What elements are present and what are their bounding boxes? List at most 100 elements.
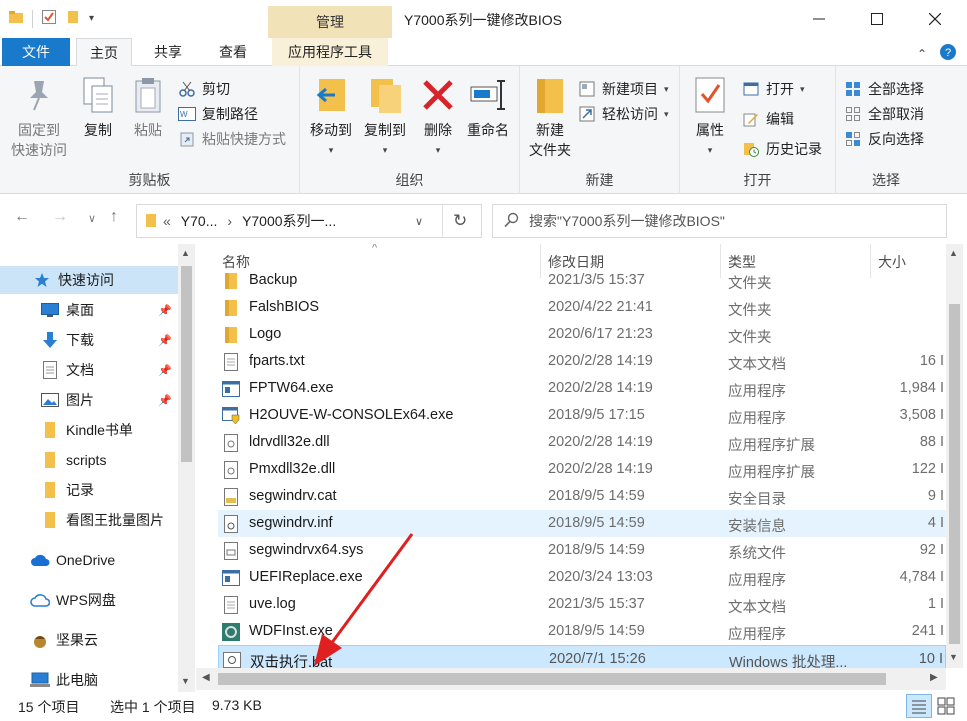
breadcrumb-overflow[interactable]: «	[163, 213, 171, 229]
nav-item-pictures[interactable]: 图片 📌	[0, 386, 178, 414]
scrollbar-thumb[interactable]	[949, 304, 960, 644]
close-button[interactable]	[904, 0, 966, 38]
file-row[interactable]: 双击执行.bat 2020/7/1 15:26 Windows 批处理... 10 I	[218, 645, 946, 668]
file-row[interactable]: FalshBIOS 2020/4/22 21:41 文件夹	[218, 294, 946, 321]
tab-view[interactable]: 查看	[204, 38, 262, 66]
file-row[interactable]: Logo 2020/6/17 21:23 文件夹	[218, 321, 946, 348]
move-to-button[interactable]: 移动到 ▾	[304, 74, 358, 160]
file-row[interactable]: WDFInst.exe 2018/9/5 14:59 应用程序 241 I	[218, 618, 946, 645]
manage-context-tab[interactable]: 管理	[268, 6, 392, 38]
nav-item-wps-cloud[interactable]: WPS网盘	[0, 586, 178, 614]
pinned-icon[interactable]: 📌	[158, 364, 172, 377]
select-none-button[interactable]: 全部取消	[844, 103, 924, 125]
file-row[interactable]: fparts.txt 2020/2/28 14:19 文本文档 16 I	[218, 348, 946, 375]
forward-arrow-icon[interactable]: →	[52, 208, 68, 226]
nav-item-this-pc[interactable]: 此电脑	[0, 666, 178, 693]
recent-locations-icon[interactable]: ∨	[88, 212, 96, 225]
pinned-icon[interactable]: 📌	[158, 394, 172, 407]
pinned-icon[interactable]: 📌	[158, 304, 172, 317]
copy-path-button[interactable]: W 复制路径	[178, 103, 258, 125]
rename-button[interactable]: 重命名	[462, 74, 514, 140]
scroll-up-icon[interactable]: ▲	[181, 248, 190, 258]
search-input[interactable]: 搜索"Y7000系列一键修改BIOS"	[492, 204, 947, 238]
file-row[interactable]: UEFIReplace.exe 2020/3/24 13:03 应用程序 4,784 …	[218, 564, 946, 591]
breadcrumb-separator-icon[interactable]: ›	[227, 213, 232, 229]
nav-item-downloads[interactable]: 下载 📌	[0, 326, 178, 354]
new-folder-icon	[530, 74, 570, 116]
new-folder-icon[interactable]	[65, 9, 81, 28]
minimize-button[interactable]	[788, 0, 850, 38]
file-list-horizontal-scrollbar[interactable]: ◀ ▶	[196, 668, 946, 690]
invert-selection-button[interactable]: 反向选择	[844, 128, 924, 150]
new-folder-button[interactable]: 新建 文件夹	[524, 74, 576, 160]
scrollbar-thumb[interactable]	[181, 266, 192, 462]
up-arrow-icon[interactable]: ↑	[110, 208, 118, 226]
file-row[interactable]: segwindrv.inf 2018/9/5 14:59 安装信息 4 I	[218, 510, 946, 537]
help-icon[interactable]: ?	[939, 43, 957, 64]
file-size: 92 I	[919, 542, 944, 558]
folder-icon[interactable]	[8, 9, 24, 28]
nav-item-kindle[interactable]: Kindle书单	[0, 416, 178, 444]
file-row[interactable]: uve.log 2021/3/5 15:37 文本文档 1 I	[218, 591, 946, 618]
file-row[interactable]: segwindrv.cat 2018/9/5 14:59 安全目录 9 I	[218, 483, 946, 510]
edit-button[interactable]: 编辑	[742, 108, 794, 130]
details-view-button[interactable]	[906, 694, 932, 718]
properties-button[interactable]: 属性 ▾	[686, 74, 734, 160]
scroll-left-icon[interactable]: ◀	[202, 672, 210, 683]
open-icon	[742, 80, 760, 98]
nav-item-documents[interactable]: 文档 📌	[0, 356, 178, 384]
easy-access-button[interactable]: 轻松访问 ▾	[578, 103, 669, 125]
file-name: FPTW64.exe	[249, 380, 334, 396]
breadcrumb-item-1[interactable]: Y70...	[181, 213, 218, 229]
nav-item-quick-access[interactable]: 快速访问	[0, 266, 178, 294]
delete-button[interactable]: 删除 ▾	[418, 74, 458, 160]
file-row[interactable]: H2OUVE-W-CONSOLEx64.exe 2018/9/5 17:15 应用程…	[218, 402, 946, 429]
nav-item-onedrive[interactable]: OneDrive	[0, 546, 178, 574]
address-bar[interactable]: « Y70... › Y7000系列一... ∨ ↻	[136, 204, 482, 238]
history-button[interactable]: 历史记录	[742, 138, 822, 160]
tab-application-tools[interactable]: 应用程序工具	[272, 38, 388, 66]
nav-item-batch-images[interactable]: 看图王批量图片	[0, 506, 178, 534]
file-row[interactable]: FPTW64.exe 2020/2/28 14:19 应用程序 1,984 I	[218, 375, 946, 402]
file-row[interactable]: ldrvdll32e.dll 2020/2/28 14:19 应用程序扩展 88 I	[218, 429, 946, 456]
copy-button[interactable]: 复制	[76, 74, 120, 140]
pin-quick-access-button[interactable]: 固定到 快速访问	[8, 74, 70, 160]
refresh-icon[interactable]: ↻	[453, 211, 467, 231]
open-button[interactable]: 打开 ▾	[742, 78, 805, 100]
paste-shortcut-button[interactable]: 粘贴快捷方式	[178, 128, 286, 150]
tab-file[interactable]: 文件	[2, 38, 70, 66]
navigation-pane-scrollbar[interactable]: ▲ ▼	[178, 244, 195, 693]
scrollbar-thumb[interactable]	[218, 673, 886, 685]
collapse-ribbon-icon[interactable]: ⌃	[917, 47, 927, 61]
file-row[interactable]: Backup 2021/3/5 15:37 文件夹	[218, 267, 946, 294]
nav-item-desktop[interactable]: 桌面 📌	[0, 296, 178, 324]
nav-item-jianguoyun[interactable]: 坚果云	[0, 626, 178, 654]
file-date: 2020/2/28 14:19	[548, 353, 653, 369]
file-row[interactable]: segwindrvx64.sys 2018/9/5 14:59 系统文件 92 I	[218, 537, 946, 564]
file-list-scrollbar[interactable]: ▲ ▼	[946, 244, 963, 668]
scroll-up-icon[interactable]: ▲	[949, 248, 958, 258]
cut-button[interactable]: 剪切	[178, 78, 230, 100]
properties-check-icon[interactable]	[41, 9, 57, 28]
scroll-down-icon[interactable]: ▼	[949, 652, 958, 662]
large-icons-view-button[interactable]	[936, 696, 956, 719]
file-size: 9 I	[927, 488, 944, 504]
tab-home[interactable]: 主页	[76, 38, 132, 67]
pinned-icon[interactable]: 📌	[158, 334, 172, 347]
maximize-button[interactable]	[846, 0, 908, 38]
paste-button[interactable]: 粘贴	[126, 74, 170, 140]
back-arrow-icon[interactable]: ←	[14, 208, 30, 226]
copy-to-button[interactable]: 复制到 ▾	[358, 74, 412, 160]
address-dropdown-icon[interactable]: ∨	[415, 215, 423, 228]
scroll-down-icon[interactable]: ▼	[181, 676, 190, 686]
breadcrumb-item-2[interactable]: Y7000系列一...	[242, 211, 336, 231]
file-row[interactable]: Pmxdll32e.dll 2020/2/28 14:19 应用程序扩展 122 I	[218, 456, 946, 483]
clipboard-group-label: 剪贴板	[128, 172, 171, 188]
scroll-right-icon[interactable]: ▶	[930, 672, 938, 683]
new-item-button[interactable]: 新建项目 ▾	[578, 78, 669, 100]
nav-item-scripts[interactable]: scripts	[0, 446, 178, 474]
tab-share[interactable]: 共享	[140, 38, 196, 66]
select-all-button[interactable]: 全部选择	[844, 78, 924, 100]
nav-item-records[interactable]: 记录	[0, 476, 178, 504]
customize-toolbar-icon[interactable]: ▾	[89, 13, 94, 24]
